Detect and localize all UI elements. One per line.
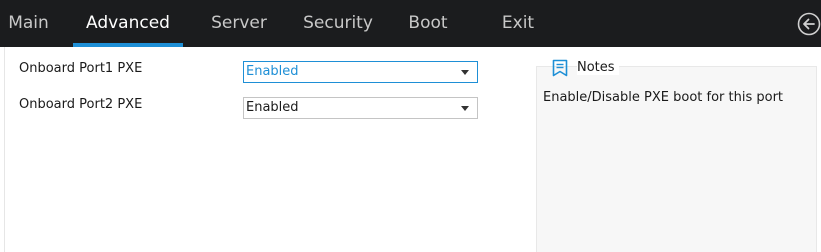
tab-main[interactable]: Main <box>0 0 57 47</box>
port1-pxe-select[interactable]: Enabled <box>243 61 478 83</box>
top-menu-bar: Main Advanced Server Security Boot Exit <box>0 0 821 47</box>
tab-server[interactable]: Server <box>204 0 274 47</box>
tab-security[interactable]: Security <box>297 0 379 47</box>
setting-label-port2-pxe: Onboard Port2 PXE <box>19 97 143 112</box>
chevron-down-icon <box>461 106 469 111</box>
port1-pxe-value: Enabled <box>246 64 299 79</box>
tab-boot[interactable]: Boot <box>400 0 456 47</box>
chevron-down-icon <box>461 70 469 75</box>
notes-icon <box>552 59 568 77</box>
tab-exit[interactable]: Exit <box>494 0 542 47</box>
back-arrow-icon[interactable] <box>797 12 821 36</box>
notes-title: Notes <box>577 60 619 75</box>
port2-pxe-select[interactable]: Enabled <box>243 97 478 119</box>
notes-description: Enable/Disable PXE boot for this port <box>543 90 784 105</box>
setting-label-port1-pxe: Onboard Port1 PXE <box>19 61 143 76</box>
port2-pxe-value: Enabled <box>246 100 299 115</box>
tab-advanced[interactable]: Advanced <box>73 0 183 47</box>
